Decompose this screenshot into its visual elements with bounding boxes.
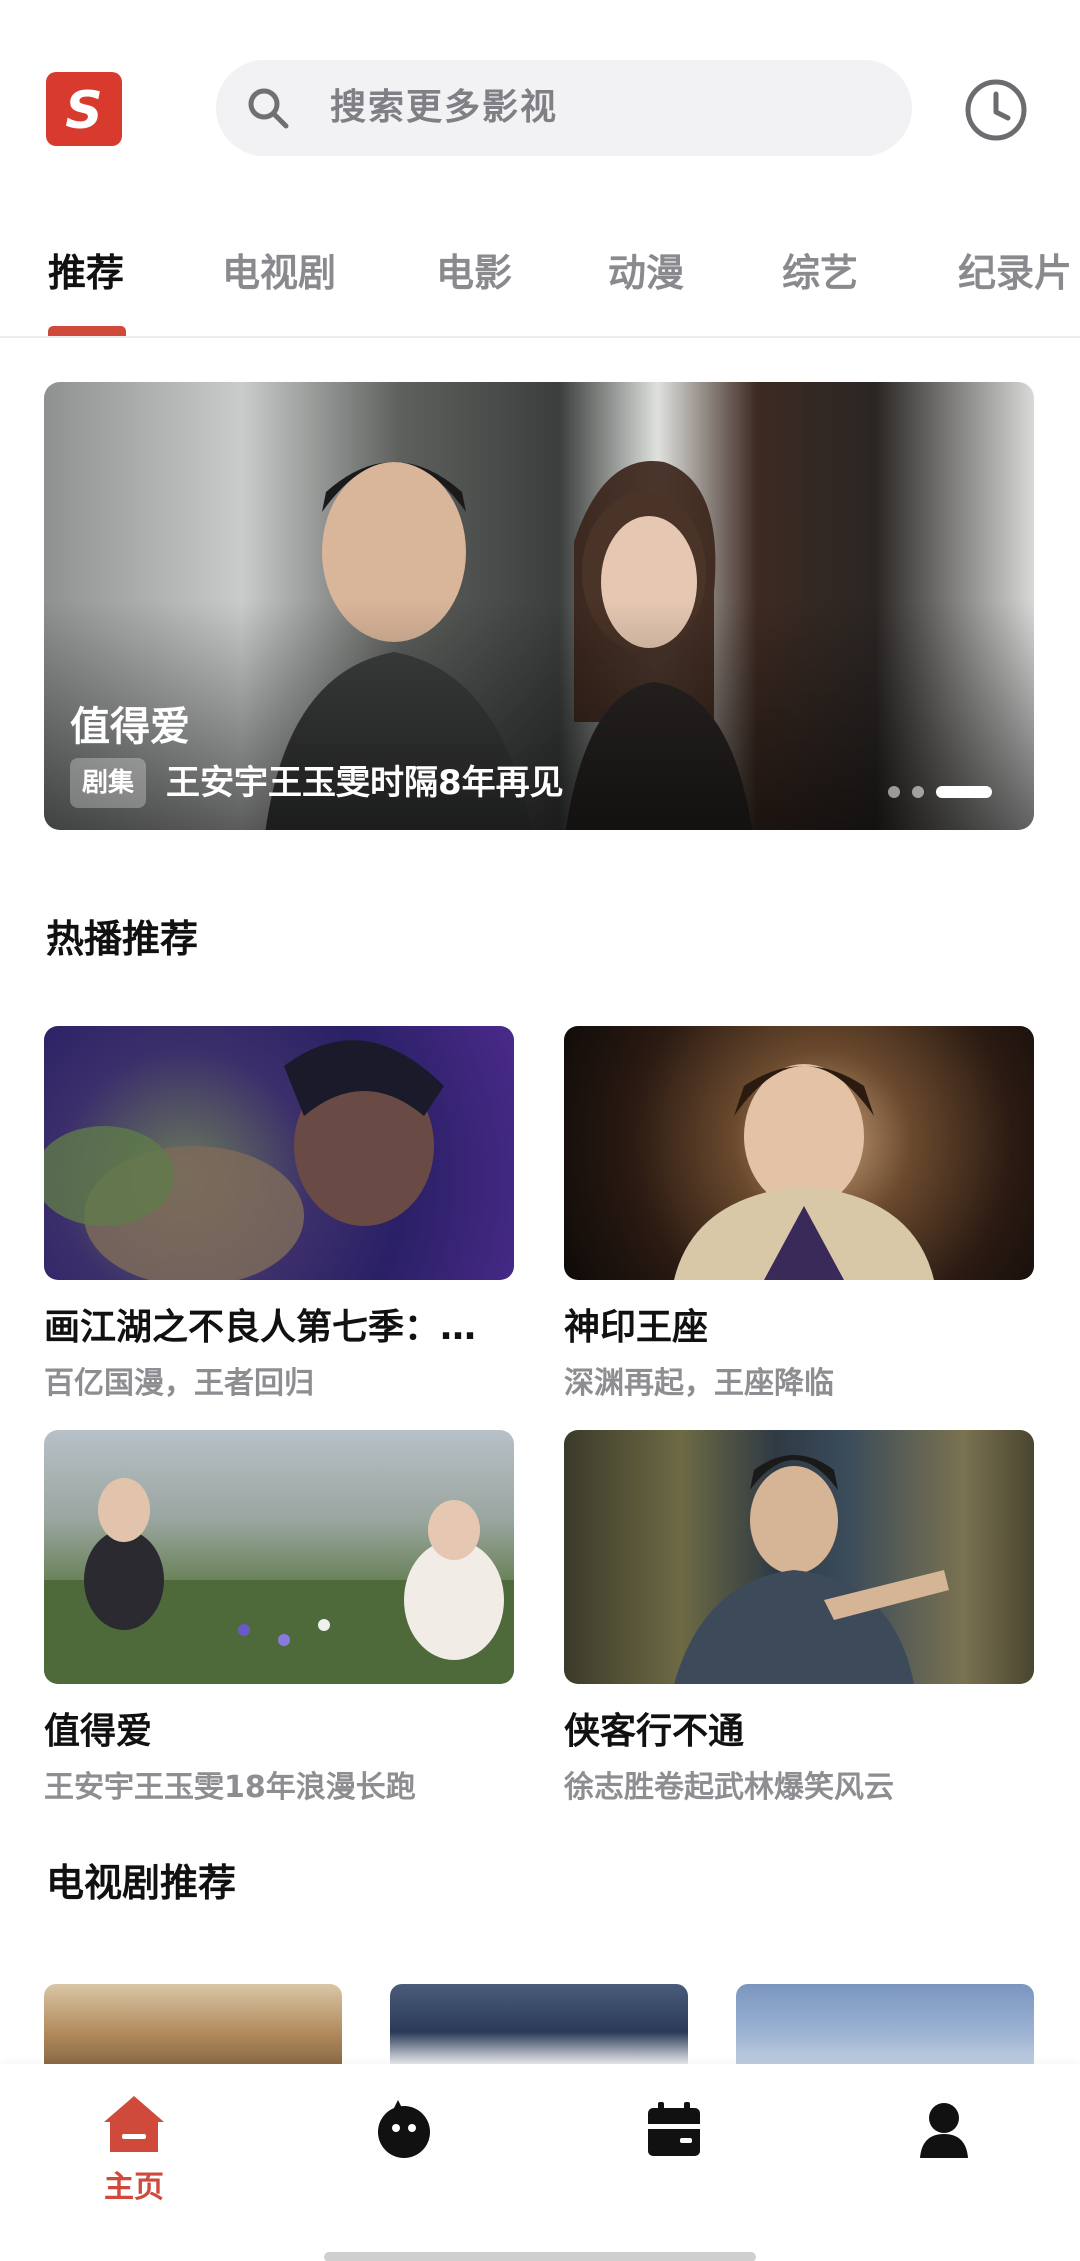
nav-home-label: 主页 (104, 2170, 164, 2205)
video-subtitle: 深渊再起，王座降临 (564, 1366, 834, 1401)
carousel-dot-active (936, 786, 992, 798)
app-logo[interactable]: S (46, 72, 122, 146)
nav-schedule[interactable] (614, 2092, 734, 2212)
system-home-indicator[interactable] (324, 2252, 756, 2261)
search-icon (248, 88, 289, 129)
search-placeholder: 搜索更多影视 (330, 87, 559, 128)
calendar-icon (648, 2102, 700, 2156)
tv-thumbnail[interactable] (736, 1984, 1034, 2064)
section-title-hot: 热播推荐 (46, 917, 199, 961)
section-title-tv: 电视剧推荐 (46, 1861, 237, 1905)
video-title: 值得爱 (44, 1711, 153, 1752)
hero-banner[interactable]: 值得爱 剧集 王安宇王玉雯时隔8年再见 (44, 382, 1034, 830)
video-title: 侠客行不通 (564, 1711, 745, 1752)
video-title: 画江湖之不良人第七季：… (44, 1307, 477, 1348)
history-icon[interactable] (962, 76, 1030, 144)
nav-profile[interactable] (884, 2092, 1004, 2212)
search-bar[interactable]: 搜索更多影视 (216, 60, 912, 156)
video-subtitle: 百亿国漫，王者回归 (44, 1366, 314, 1401)
video-card[interactable]: 画江湖之不良人第七季：… 百亿国漫，王者回归 (44, 1026, 514, 1402)
tab-movies[interactable]: 电影 (436, 242, 512, 298)
video-card[interactable]: 侠客行不通 徐志胜卷起武林爆笑风云 (564, 1430, 1034, 1806)
carousel-dot (888, 786, 900, 798)
category-tabs: 推荐 电视剧 电影 动漫 综艺 纪录片 (0, 220, 1080, 338)
svg-text:S: S (65, 81, 102, 141)
video-subtitle: 王安宇王玉雯18年浪漫长跑 (44, 1770, 416, 1805)
video-thumbnail (44, 1026, 514, 1280)
carousel-dots (888, 786, 1008, 798)
top-header: S 搜索更多影视 (0, 0, 1080, 220)
video-title: 神印王座 (564, 1307, 709, 1348)
tv-thumbnail[interactable] (44, 1984, 342, 2064)
bottom-navigation: 主页 (0, 2064, 1080, 2261)
video-card[interactable]: 神印王座 深渊再起，王座降临 (564, 1026, 1034, 1402)
video-thumbnail (564, 1026, 1034, 1280)
banner-tag: 剧集 (70, 758, 147, 808)
tab-anime[interactable]: 动漫 (608, 242, 684, 298)
tab-variety[interactable]: 综艺 (782, 242, 858, 298)
user-icon (920, 2103, 968, 2158)
video-subtitle: 徐志胜卷起武林爆笑风云 (564, 1770, 894, 1805)
home-icon (104, 2096, 164, 2152)
logo-s-icon: S (65, 81, 102, 141)
tab-recommend[interactable]: 推荐 (48, 242, 124, 298)
video-card[interactable]: 值得爱 王安宇王玉雯18年浪漫长跑 (44, 1430, 514, 1806)
active-tab-indicator (48, 326, 126, 336)
nav-discover[interactable] (344, 2092, 464, 2212)
mascot-icon (378, 2100, 430, 2158)
tab-documentary[interactable]: 纪录片 (958, 242, 1072, 298)
tv-thumbnail[interactable] (390, 1984, 688, 2064)
video-thumbnail (564, 1430, 1034, 1684)
banner-subtitle: 王安宇王玉雯时隔8年再见 (166, 763, 564, 803)
video-thumbnail (44, 1430, 514, 1684)
tab-tv-series[interactable]: 电视剧 (222, 242, 336, 298)
banner-title: 值得爱 (70, 704, 190, 750)
nav-home[interactable]: 主页 (74, 2092, 194, 2212)
carousel-dot (912, 786, 924, 798)
